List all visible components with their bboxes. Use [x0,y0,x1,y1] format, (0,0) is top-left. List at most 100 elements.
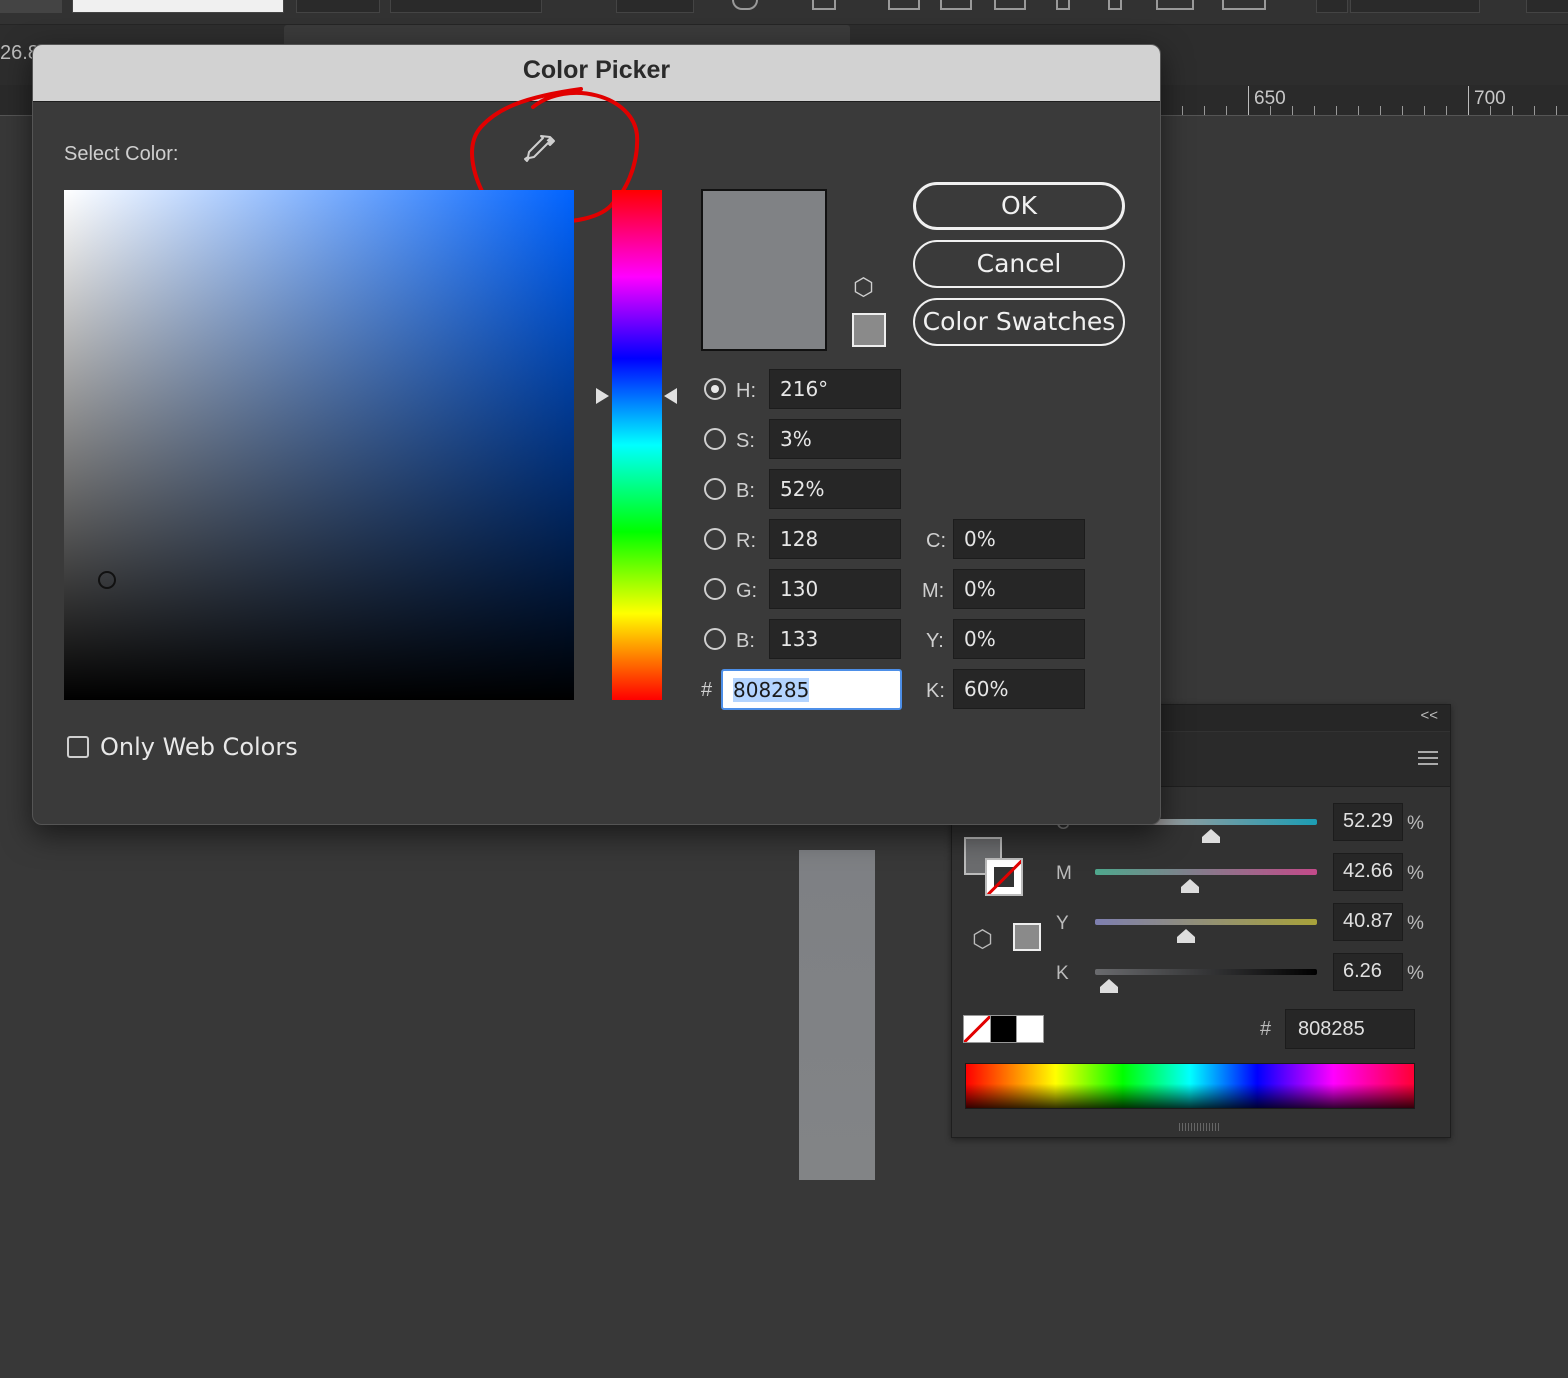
align-left-icon[interactable] [888,0,920,10]
toolbar-overflow-dropdown[interactable] [1526,0,1568,13]
hue-label: H: [736,380,756,402]
ruler-tick [1336,106,1337,115]
magenta-value-field[interactable]: 42.66 [1333,853,1403,891]
panel-menu-icon[interactable] [1418,751,1438,765]
ruler-tick [1314,106,1315,115]
brightness-field[interactable]: 52% [769,469,901,509]
transform-icon[interactable] [812,0,836,10]
canvas-gray-rectangle[interactable] [799,850,875,1180]
black-value-field[interactable]: 6.26 [1333,953,1403,991]
web-safe-swatch[interactable] [1013,923,1041,951]
align-middle-icon[interactable] [1108,0,1122,10]
black-slider-track[interactable] [1095,969,1317,975]
yellow-label: Y [1056,913,1069,934]
saturation-field[interactable]: 3% [769,419,901,459]
cyan-field[interactable]: 0% [953,519,1085,559]
magenta-label: M [1056,863,1072,884]
only-web-colors-label[interactable]: Only Web Colors [100,733,298,761]
recolor-icon[interactable] [732,0,758,10]
color-spectrum-bar[interactable] [965,1063,1415,1109]
black-swatch[interactable] [990,1015,1018,1043]
green-field[interactable]: 130 [769,569,901,609]
out-of-gamut-cube-icon[interactable]: ⬡ [972,925,993,954]
ruler-tick [1556,106,1557,115]
dialog-title: Color Picker [522,56,671,84]
hue-slider-left-arrow[interactable] [596,388,609,404]
ok-button[interactable]: OK [913,182,1125,230]
yellow-label: Y: [926,630,944,652]
toolbar-fill-control[interactable] [0,0,62,13]
color-swatches-button[interactable]: Color Swatches [913,298,1125,346]
black-label: K: [926,680,945,702]
blue-field[interactable]: 133 [769,619,901,659]
toolbar-stroke-field[interactable] [72,0,284,13]
align-top-icon[interactable] [1056,0,1070,10]
align-bottom-icon[interactable] [1156,0,1194,10]
ruler-tick [1226,106,1227,115]
magenta-field[interactable]: 0% [953,569,1085,609]
saturation-label: S: [736,430,755,452]
web-safe-swatch[interactable] [852,313,886,347]
collapse-icon[interactable]: << [1420,707,1438,724]
cyan-slider-thumb[interactable] [1202,829,1221,843]
toolbar-brush-field[interactable] [390,0,542,13]
only-web-colors-checkbox[interactable] [67,736,89,758]
red-field[interactable]: 128 [769,519,901,559]
brightness-radio[interactable] [704,478,726,500]
toolbar-search-field[interactable] [1350,0,1480,13]
stroke-swatch[interactable] [985,858,1023,896]
saturation-radio[interactable] [704,428,726,450]
ruler-tick [1270,106,1271,115]
ruler-tick [1424,106,1425,115]
hex-hash-label: # [701,679,713,701]
cancel-button[interactable]: Cancel [913,240,1125,288]
gamut-cube-icon[interactable]: ⬡ [853,273,874,302]
yellow-slider-thumb[interactable] [1176,929,1195,943]
blue-radio[interactable] [704,628,726,650]
none-swatch[interactable] [963,1015,991,1043]
white-swatch[interactable] [1016,1015,1044,1043]
hue-field[interactable]: 216° [769,369,901,409]
cyan-value-field[interactable]: 52.29 [1333,803,1403,841]
yellow-slider-track[interactable] [1095,919,1317,925]
magenta-slider-thumb[interactable] [1180,879,1199,893]
toolbar-stroke-style[interactable] [296,0,380,13]
cyan-percent-label: % [1407,813,1424,834]
magenta-slider-track[interactable] [1095,869,1317,875]
ruler-tick-700 [1468,86,1469,115]
ruler-tick [1490,106,1491,115]
magenta-percent-label: % [1407,863,1424,884]
toolbar-more-dropdown[interactable] [1316,0,1348,13]
align-right-icon[interactable] [994,0,1026,10]
hex-field-value: 808285 [733,678,810,702]
green-radio[interactable] [704,578,726,600]
hue-slider[interactable] [612,190,662,700]
blue-label: B: [736,630,755,652]
color-preview [701,189,827,351]
hex-field[interactable]: 808285 [721,669,902,710]
yellow-field[interactable]: 0% [953,619,1085,659]
hue-radio[interactable] [704,378,726,400]
black-field[interactable]: 60% [953,669,1085,709]
ruler-tick [1182,106,1183,115]
panel-resize-grip[interactable] [1179,1123,1219,1131]
red-label: R: [736,530,756,552]
document-tab[interactable] [284,25,850,45]
toolbar-opacity-field[interactable] [616,0,694,13]
red-radio[interactable] [704,528,726,550]
cyan-label: C: [926,530,946,552]
align-center-icon[interactable] [940,0,972,10]
hue-slider-right-arrow[interactable] [664,388,677,404]
select-color-label: Select Color: [64,143,179,165]
distribute-icon[interactable] [1222,0,1266,10]
green-label: G: [736,580,758,602]
panel-hex-field[interactable]: 808285 [1285,1009,1415,1049]
brightness-label: B: [736,480,755,502]
saturation-brightness-field[interactable] [64,190,574,700]
color-field-cursor[interactable] [98,571,116,589]
black-slider-thumb[interactable] [1099,979,1118,993]
yellow-percent-label: % [1407,913,1424,934]
yellow-value-field[interactable]: 40.87 [1333,903,1403,941]
ruler-tick [1204,106,1205,115]
ruler-tick [1380,106,1381,115]
